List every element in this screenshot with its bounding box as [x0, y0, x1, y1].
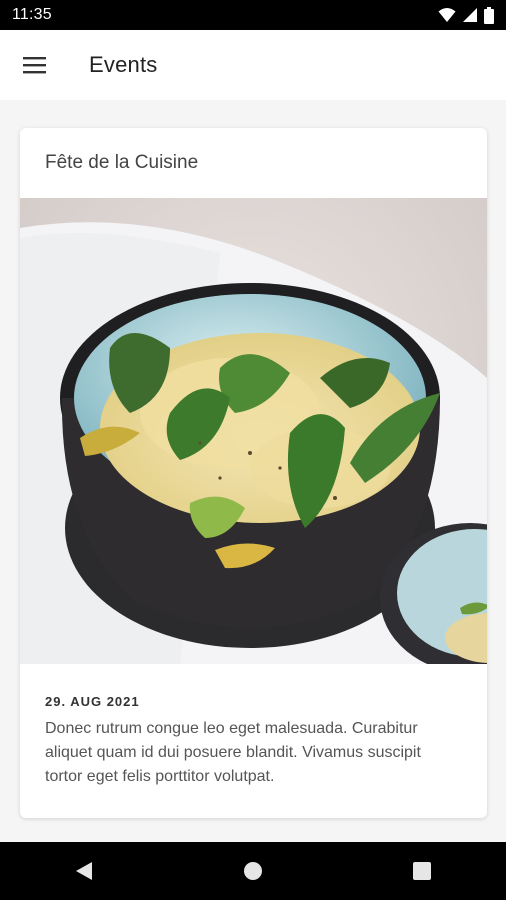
recents-icon[interactable]: [382, 842, 462, 900]
page-title: Events: [89, 52, 158, 77]
events-list[interactable]: Fête de la Cuisine 29. AUG 2021 Donec ru…: [0, 100, 506, 842]
hamburger-menu-icon[interactable]: [0, 30, 70, 100]
event-date: 29. AUG 2021: [45, 694, 140, 709]
wifi-icon: [438, 7, 456, 23]
status-bar: 11:35: [0, 0, 506, 30]
event-description: Donec rutrum congue leo eget malesuada. …: [45, 720, 421, 785]
event-card[interactable]: Fête de la Cuisine 29. AUG 2021 Donec ru…: [20, 128, 487, 818]
status-time: 11:35: [12, 6, 52, 23]
system-nav-bar: [0, 842, 506, 900]
battery-icon: [484, 6, 494, 24]
event-title: Fête de la Cuisine: [45, 152, 199, 173]
food-bowl-image: [20, 198, 487, 664]
home-icon[interactable]: [213, 842, 293, 900]
event-details: 29. AUG 2021 Donec rutrum congue leo ege…: [20, 664, 487, 789]
status-icons: [438, 6, 494, 24]
back-icon[interactable]: [44, 842, 124, 900]
app-bar: Events: [0, 30, 506, 100]
signal-icon: [462, 7, 478, 23]
